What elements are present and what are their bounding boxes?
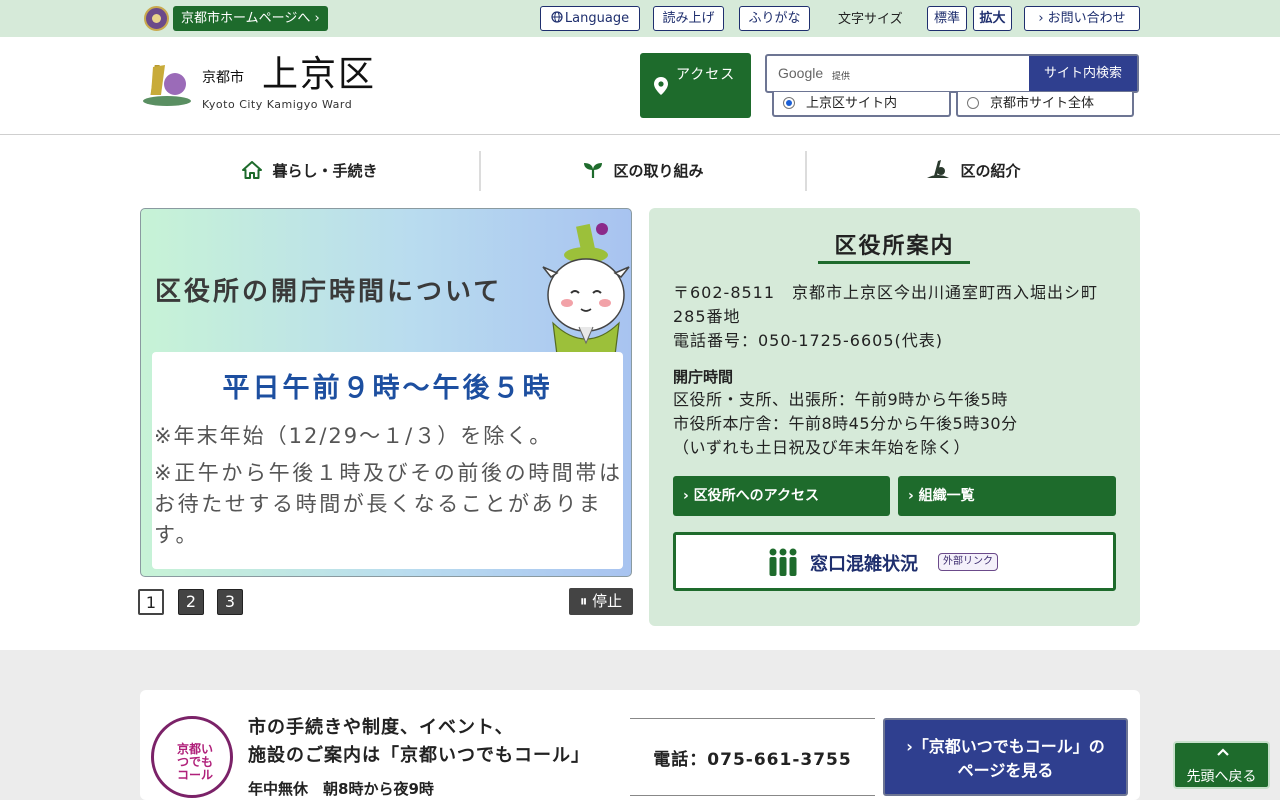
nav-ward-initiatives[interactable]: 区の取り組み — [481, 150, 806, 190]
logo-english-text: Kyoto City Kamigyo Ward — [202, 98, 353, 111]
search-scope-ward[interactable]: 上京区サイト内 — [772, 92, 951, 117]
font-size-label: 文字サイズ — [838, 12, 903, 27]
call-line-2: 施設のご案内は「京都いつでもコール」 — [248, 745, 590, 766]
utility-bar: 京都市ホームページへ › Language 読み上げ ふりがな 文字サイズ 標準… — [0, 0, 1280, 37]
office-hours-line: （いずれも土日祝及び年末年始を除く） — [673, 438, 971, 457]
kyoto-city-seal-icon — [144, 6, 169, 31]
slider-stop-button[interactable]: ⏸ 停止 — [569, 588, 633, 615]
ward-office-panel: 区役所案内 〒602-8511 京都市上京区今出川通室町西入堀出シ町285番地 … — [649, 208, 1140, 626]
read-aloud-button[interactable]: 読み上げ — [653, 6, 724, 31]
organization-list-button[interactable]: › 組織一覧 — [898, 476, 1116, 516]
call-phone-box: 電話：075-661-3755 — [630, 718, 875, 796]
site-search: Google 提供 サイト内検索 — [765, 54, 1139, 93]
office-hours-line: 市役所本庁舎：午前8時45分から午後5時30分 — [673, 414, 1018, 433]
kyoto-call-logo-icon: 京都いつでもコール — [151, 716, 233, 798]
logo-ward-text: 上京区 — [262, 54, 377, 95]
mascot-character-icon — [542, 223, 630, 356]
office-hours-list: 区役所・支所、出張所：午前9時から午後5時 市役所本庁舎：午前8時45分から午後… — [673, 388, 1113, 460]
call-logo-text: 京都いつでもコール — [176, 742, 213, 782]
nav-label: 区の紹介 — [960, 161, 1021, 180]
nav-label: 区の取り組み — [613, 161, 704, 180]
language-button[interactable]: Language — [540, 6, 640, 31]
google-logo: Google — [778, 65, 824, 81]
nav-label: 暮らし・手続き — [272, 161, 378, 180]
search-scope-ward-label: 上京区サイト内 — [806, 96, 898, 111]
call-line-1: 市の手続きや制度、イベント、 — [248, 717, 514, 738]
house-icon — [242, 161, 263, 179]
kyoto-city-home-link[interactable]: 京都市ホームページへ › — [173, 6, 328, 31]
radio-unselected-icon — [967, 97, 979, 109]
office-hours-line: 区役所・支所、出張所：午前9時から午後5時 — [673, 390, 1008, 409]
back-to-top-label: 先頭へ戻る — [1186, 769, 1257, 785]
map-pin-icon — [654, 77, 668, 95]
nav-living-procedures[interactable]: 暮らし・手続き — [140, 150, 480, 190]
sprout-icon — [584, 163, 603, 178]
office-access-button[interactable]: › 区役所へのアクセス — [673, 476, 890, 516]
radio-selected-icon — [783, 97, 795, 109]
search-scope-city[interactable]: 京都市サイト全体 — [956, 92, 1134, 117]
slide-note-wait-time: ※正午から午後１時及びその前後の時間帯はお待たせする時間が長くなることがあります… — [154, 461, 623, 547]
chevron-up-icon — [1217, 748, 1229, 756]
ward-mark-icon — [927, 160, 950, 178]
slide-title: 区役所の開庁時間について — [155, 277, 503, 307]
counter-congestion-button[interactable]: 窓口混雑状況 外部リンク — [673, 532, 1116, 591]
slide-note-holidays: ※年末年始（12/29～１/３）を除く。 — [154, 424, 553, 448]
call-button-line-1: ›「京都いつでもコール」の — [906, 737, 1105, 756]
office-hours-heading: 開庁時間 — [673, 368, 734, 386]
kyoto-call-page-button[interactable]: ›「京都いつでもコール」の ページを見る — [883, 718, 1128, 796]
slide-hours: 平日午前９時～午後５時 — [222, 373, 553, 404]
contact-button[interactable]: › お問い合わせ — [1024, 6, 1140, 31]
search-scope-city-label: 京都市サイト全体 — [990, 96, 1095, 111]
office-title: 区役所案内 — [834, 234, 955, 259]
news-slider[interactable]: 区役所の開庁時間について 平日午前９時～午後５時 ※年末年始（12/29～１/３… — [140, 208, 632, 577]
kamigyo-logo-icon[interactable] — [143, 63, 191, 107]
globe-icon — [551, 11, 563, 23]
site-search-button[interactable]: サイト内検索 — [1029, 56, 1137, 91]
kyoto-call-card: 京都いつでもコール 市の手続きや制度、イベント、 施設のご案内は「京都いつでもコ… — [140, 690, 1140, 800]
slider-page-3-button[interactable]: 3 — [217, 589, 243, 615]
access-button[interactable]: アクセス — [640, 53, 751, 118]
office-phone: 電話番号：050-1725-6605(代表) — [673, 331, 944, 350]
font-large-button[interactable]: 拡大 — [973, 6, 1012, 31]
site-header: 京都市 上京区 Kyoto City Kamigyo Ward アクセス Goo… — [0, 37, 1280, 135]
google-provided-label: 提供 — [832, 72, 851, 82]
slider-page-1-button[interactable]: 1 — [138, 589, 164, 615]
office-address-block: 〒602-8511 京都市上京区今出川通室町西入堀出シ町285番地 電話番号：0… — [673, 281, 1113, 353]
back-to-top-button[interactable]: 先頭へ戻る — [1173, 741, 1270, 789]
call-button-line-2: ページを見る — [957, 761, 1054, 780]
font-standard-button[interactable]: 標準 — [927, 6, 967, 31]
slide-card: 平日午前９時～午後５時 ※年末年始（12/29～１/３）を除く。 ※正午から午後… — [152, 352, 623, 569]
congestion-label: 窓口混雑状況 — [810, 554, 918, 575]
office-title-underline — [818, 261, 970, 264]
call-description: 市の手続きや制度、イベント、 施設のご案内は「京都いつでもコール」 — [248, 714, 590, 770]
people-queue-icon — [769, 548, 797, 576]
external-link-badge: 外部リンク — [938, 553, 998, 571]
office-address: 〒602-8511 京都市上京区今出川通室町西入堀出シ町285番地 — [673, 283, 1099, 326]
call-hours: 年中無休 朝8時から夜9時 — [248, 780, 434, 798]
access-label: アクセス — [676, 67, 736, 83]
furigana-button[interactable]: ふりがな — [739, 6, 810, 31]
logo-city-text: 京都市 — [202, 70, 244, 86]
slider-page-2-button[interactable]: 2 — [178, 589, 204, 615]
language-label: Language — [564, 11, 630, 26]
nav-ward-introduction[interactable]: 区の紹介 — [807, 150, 1140, 190]
call-phone-number: 電話：075-661-3755 — [653, 750, 852, 770]
